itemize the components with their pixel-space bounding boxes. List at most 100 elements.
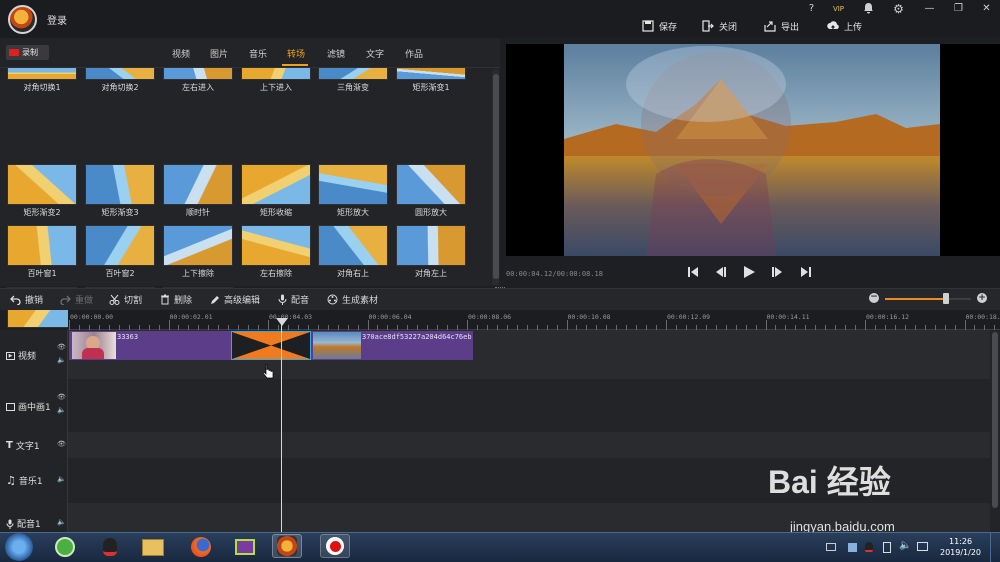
transition-thumb[interactable] (163, 67, 233, 80)
transition-clip[interactable] (231, 331, 311, 360)
tray-network-icon[interactable] (917, 542, 928, 551)
skip-start-icon[interactable] (686, 265, 700, 279)
taskbar-qq-icon[interactable] (95, 535, 125, 559)
playhead-line[interactable] (281, 318, 282, 532)
app-logo[interactable] (8, 5, 37, 34)
generate-material-button[interactable]: 生成素材 (327, 293, 378, 306)
cut-button[interactable]: 切割 (109, 293, 142, 306)
taskbar-video-editor-icon[interactable] (272, 534, 302, 558)
maximize-icon[interactable]: ❐ (950, 2, 967, 16)
taskbar-app-green[interactable] (50, 535, 80, 559)
transition-thumb[interactable] (163, 225, 233, 266)
transition-label: 百叶窗2 (105, 269, 135, 278)
minimize-icon[interactable]: — (921, 2, 938, 16)
close-project-button[interactable]: 关闭 (702, 18, 737, 34)
tab-video[interactable]: 视频 (172, 47, 190, 60)
show-desktop-button[interactable] (990, 533, 1000, 562)
record-button[interactable]: 录制 (6, 45, 49, 60)
transition-thumb[interactable] (85, 67, 155, 80)
speaker-icon[interactable]: 🔈 (57, 475, 66, 483)
transition-thumb[interactable] (7, 164, 77, 205)
transition-thumb[interactable] (318, 225, 388, 266)
undo-button[interactable]: 撤销 (10, 293, 43, 306)
tray-volume-icon[interactable]: 🔈 (899, 540, 911, 551)
notification-icon[interactable] (860, 2, 877, 16)
tray-keyboard-icon[interactable] (826, 543, 836, 551)
active-tab-indicator (282, 64, 308, 66)
transition-thumb[interactable] (7, 225, 77, 266)
dub-button[interactable]: 配音 (278, 293, 309, 306)
transition-thumb[interactable] (7, 67, 77, 80)
transition-label: 三角渐变 (337, 83, 369, 92)
text-track-row[interactable] (68, 432, 990, 458)
play-icon[interactable] (742, 265, 756, 279)
settings-icon[interactable]: ⚙ (890, 2, 907, 16)
taskbar-recorder-icon[interactable] (320, 534, 350, 558)
tab-music[interactable]: 音乐 (249, 47, 267, 60)
taskbar-firefox-icon[interactable] (186, 535, 216, 559)
library-scrollbar-thumb[interactable] (493, 74, 499, 279)
transition-thumb[interactable] (241, 225, 311, 266)
login-link[interactable]: 登录 (47, 12, 67, 27)
export-button[interactable]: 导出 (764, 18, 799, 34)
ruler-tick-label: 00:00:12.09 (667, 313, 711, 321)
timeline-scrollbar-thumb[interactable] (992, 332, 998, 508)
transition-thumb[interactable] (396, 164, 466, 205)
upload-icon (827, 21, 839, 31)
transition-thumb[interactable] (241, 67, 311, 80)
vip-icon[interactable]: VIP (830, 2, 847, 16)
start-button[interactable] (5, 533, 33, 561)
video-clip-1[interactable]: 33363 (69, 331, 231, 360)
transition-thumb[interactable] (318, 164, 388, 205)
save-button[interactable]: 保存 (642, 18, 677, 34)
tab-image[interactable]: 图片 (210, 47, 228, 60)
transition-thumb[interactable] (163, 164, 233, 205)
taskbar-media-app-icon[interactable] (230, 535, 260, 559)
tray-device-icon[interactable] (883, 542, 891, 553)
transition-label: 上下擦除 (182, 269, 214, 278)
advanced-edit-button[interactable]: 高级编辑 (210, 293, 260, 306)
previous-frame-icon[interactable] (713, 265, 727, 279)
help-icon[interactable]: ? (803, 2, 820, 16)
transition-label: 矩形放大 (337, 208, 369, 217)
transition-thumb[interactable] (396, 225, 466, 266)
speaker-icon[interactable]: 🔈 (57, 356, 66, 364)
skip-end-icon[interactable] (799, 265, 813, 279)
delete-button[interactable]: 删除 (160, 293, 192, 306)
transition-thumb[interactable] (241, 164, 311, 205)
redo-button[interactable]: 重做 (60, 293, 93, 306)
eye-icon[interactable]: 👁 (57, 343, 66, 351)
taskbar-clock[interactable]: 11:26 2019/1/20 (940, 536, 981, 558)
eye-icon[interactable]: 👁 (57, 393, 66, 401)
zoom-slider-knob[interactable] (943, 293, 949, 304)
zoom-in-icon[interactable]: + (977, 293, 987, 303)
speaker-icon[interactable]: 🔈 (57, 406, 66, 414)
window-close-icon[interactable]: ✕ (978, 2, 995, 16)
pip-track-row[interactable] (68, 379, 990, 432)
track-label-pip: 画中画1 (6, 400, 51, 413)
speaker-icon[interactable]: 🔈 (57, 518, 66, 526)
zoom-out-icon[interactable]: − (869, 293, 879, 303)
preview-time: 00:00:04.12/00:00:08.18 (506, 270, 603, 278)
track-label-music: ♫ 音乐1 (6, 474, 43, 487)
transition-thumb[interactable] (85, 164, 155, 205)
transition-label: 顺时针 (186, 208, 210, 217)
video-clip-2[interactable]: 370ace8df53227a204d64c76eb (311, 331, 473, 360)
tray-app-icon[interactable] (848, 543, 857, 552)
next-frame-icon[interactable] (771, 265, 785, 279)
video-preview[interactable] (506, 44, 1000, 256)
playhead-handle[interactable] (276, 318, 288, 326)
ruler-tick-mark (367, 320, 369, 330)
tab-works[interactable]: 作品 (405, 47, 423, 60)
track-name-pip: 画中画1 (18, 403, 51, 413)
upload-button[interactable]: 上传 (827, 18, 862, 34)
transition-thumb[interactable] (85, 225, 155, 266)
tab-filter[interactable]: 滤镜 (327, 47, 345, 60)
transition-thumb[interactable] (396, 67, 466, 80)
tab-text[interactable]: 文字 (366, 47, 384, 60)
transition-thumb[interactable] (318, 67, 388, 80)
tab-transition[interactable]: 转场 (287, 47, 305, 60)
taskbar-explorer-icon[interactable] (138, 535, 168, 559)
tray-qq-icon[interactable] (865, 542, 873, 552)
eye-icon[interactable]: 👁 (57, 440, 66, 448)
